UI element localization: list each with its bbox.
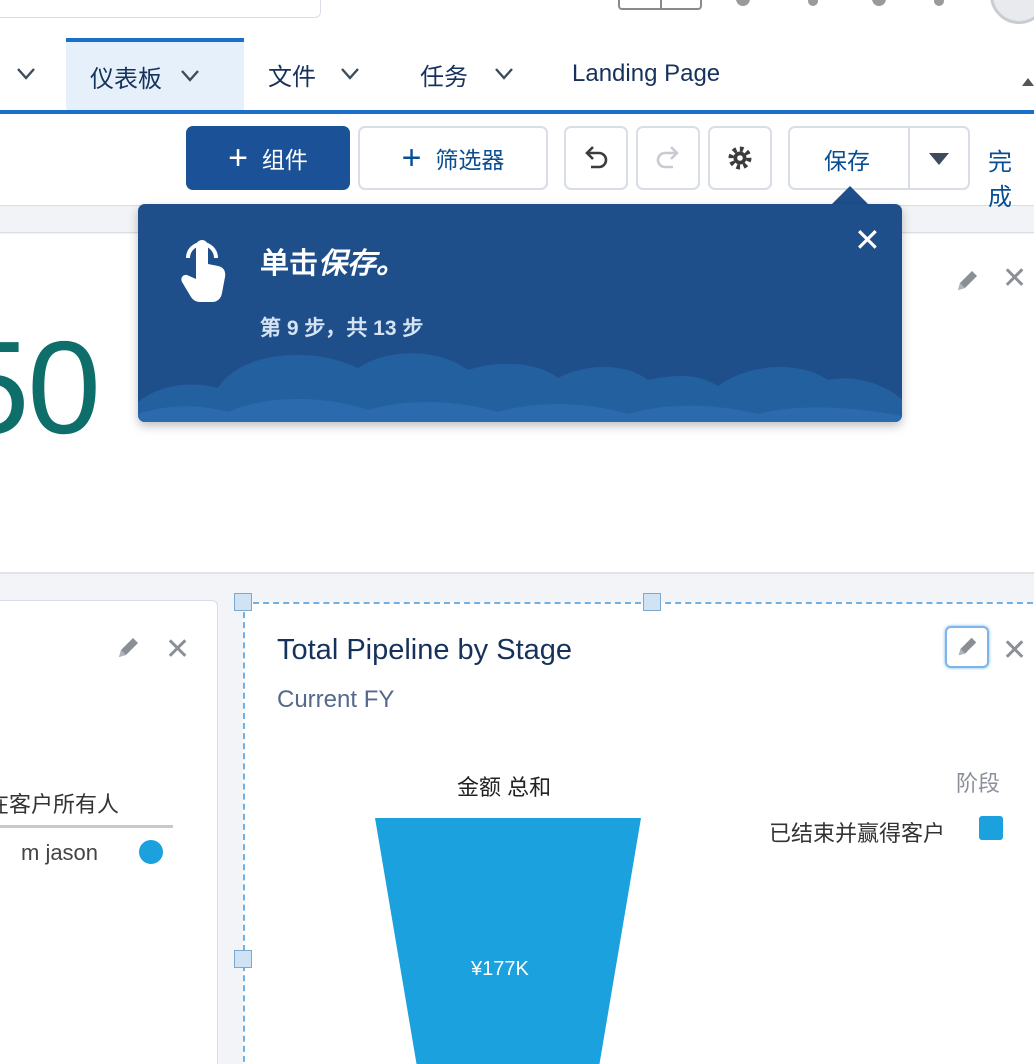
step-counter: 第 9 步，共 13 步 bbox=[260, 317, 424, 340]
undo-button[interactable] bbox=[564, 126, 628, 190]
chevron-down-icon[interactable] bbox=[16, 67, 36, 81]
tab-files[interactable]: 文件 bbox=[268, 38, 360, 110]
chevron-down-icon[interactable] bbox=[180, 69, 200, 83]
tab-dashboards[interactable]: 仪表板 bbox=[66, 38, 244, 110]
dashboard-editor-toolbar: + 组件 + 筛选器 保存 完成 bbox=[0, 114, 1034, 211]
resize-handle[interactable] bbox=[643, 593, 661, 611]
add-component-label: 组件 bbox=[261, 147, 308, 173]
nav-overflow-item[interactable] bbox=[0, 38, 64, 110]
app-nav-bar: 仪表板 文件 任务 Landing Page bbox=[0, 38, 1034, 114]
chart-title: Total Pipeline by Stage bbox=[277, 634, 573, 666]
chevron-down-icon[interactable] bbox=[928, 152, 950, 166]
popover-arrow bbox=[830, 186, 870, 206]
gear-icon bbox=[728, 146, 752, 170]
global-search-input[interactable] bbox=[0, 0, 321, 18]
tab-landing-page[interactable]: Landing Page bbox=[572, 38, 720, 110]
add-icon[interactable] bbox=[808, 0, 818, 6]
legend-divider bbox=[0, 825, 173, 828]
setup-icon[interactable] bbox=[872, 0, 886, 6]
legend-title: 潜在客户所有人 bbox=[0, 792, 120, 817]
redo-icon bbox=[656, 146, 679, 169]
done-button[interactable]: 完成 bbox=[988, 142, 1034, 212]
legend-swatch bbox=[979, 816, 1003, 840]
metric-value: 50 bbox=[0, 314, 101, 461]
tab-tasks[interactable]: 任务 bbox=[420, 38, 514, 110]
measure-label: 金额 总和 bbox=[457, 775, 552, 800]
lead-owner-chart-card[interactable]: ✕ 潜在客户所有人 m jason bbox=[0, 600, 218, 1064]
legend-title: 阶段 bbox=[956, 771, 1001, 796]
walkthrough-popover: 单击保存。 第 9 步，共 13 步 ✕ bbox=[138, 204, 902, 422]
more-icon[interactable] bbox=[1022, 78, 1034, 88]
edit-component-button[interactable] bbox=[945, 626, 989, 668]
funnel-segment[interactable] bbox=[375, 818, 641, 1064]
legend-item-label: 已结束并赢得客户 bbox=[769, 821, 946, 846]
popover-title: 单击保存。 bbox=[260, 240, 405, 282]
touch-icon bbox=[181, 240, 226, 302]
save-button-group: 保存 bbox=[788, 126, 970, 190]
funnel-segment-label: ¥177K bbox=[471, 958, 529, 980]
plus-icon: + bbox=[228, 139, 248, 177]
clouds-decoration bbox=[138, 353, 902, 422]
favorites-button[interactable] bbox=[618, 0, 702, 10]
resize-handle[interactable] bbox=[234, 593, 252, 611]
undo-icon bbox=[585, 146, 608, 169]
notification-icon[interactable] bbox=[934, 0, 944, 6]
pencil-icon[interactable] bbox=[115, 635, 141, 661]
tab-label: Landing Page bbox=[572, 60, 721, 87]
chevron-down-icon[interactable] bbox=[494, 67, 514, 81]
close-icon[interactable]: ✕ bbox=[165, 635, 190, 665]
tab-label: 文件 bbox=[268, 63, 316, 91]
settings-button[interactable] bbox=[708, 126, 772, 190]
pencil-icon[interactable] bbox=[954, 268, 980, 294]
close-icon[interactable]: ✕ bbox=[1002, 636, 1027, 666]
popover-title-emphasis: 保存。 bbox=[318, 248, 406, 280]
legend-item-label: m jason bbox=[21, 840, 99, 865]
pencil-icon bbox=[958, 637, 977, 656]
button-divider bbox=[908, 128, 910, 188]
help-icon[interactable] bbox=[736, 0, 750, 6]
add-filter-button[interactable]: + 筛选器 bbox=[358, 126, 548, 190]
resize-handle[interactable] bbox=[234, 950, 252, 968]
avatar[interactable] bbox=[990, 0, 1034, 24]
legend-swatch bbox=[139, 840, 163, 864]
plus-icon: + bbox=[401, 139, 422, 177]
add-component-button[interactable]: + 组件 bbox=[186, 126, 350, 190]
global-header bbox=[0, 0, 1034, 38]
pipeline-chart-card[interactable]: Total Pipeline by Stage Current FY ✕ 金额 … bbox=[234, 593, 1034, 1064]
chart-subtitle: Current FY bbox=[277, 686, 395, 713]
close-icon[interactable]: ✕ bbox=[854, 224, 881, 256]
redo-button[interactable] bbox=[636, 126, 700, 190]
add-filter-label: 筛选器 bbox=[435, 147, 505, 173]
close-icon[interactable]: ✕ bbox=[1002, 264, 1027, 294]
tab-label: 任务 bbox=[420, 63, 468, 91]
save-button[interactable]: 保存 bbox=[824, 142, 870, 176]
popover-title-text: 单击 bbox=[260, 248, 319, 280]
funnel-chart bbox=[375, 818, 641, 1064]
tab-label: 仪表板 bbox=[90, 65, 162, 93]
chevron-down-icon[interactable] bbox=[340, 67, 360, 81]
dashboard-grid: ✕ 潜在客户所有人 m jason Total Pipeline by Stag… bbox=[0, 576, 1034, 1064]
